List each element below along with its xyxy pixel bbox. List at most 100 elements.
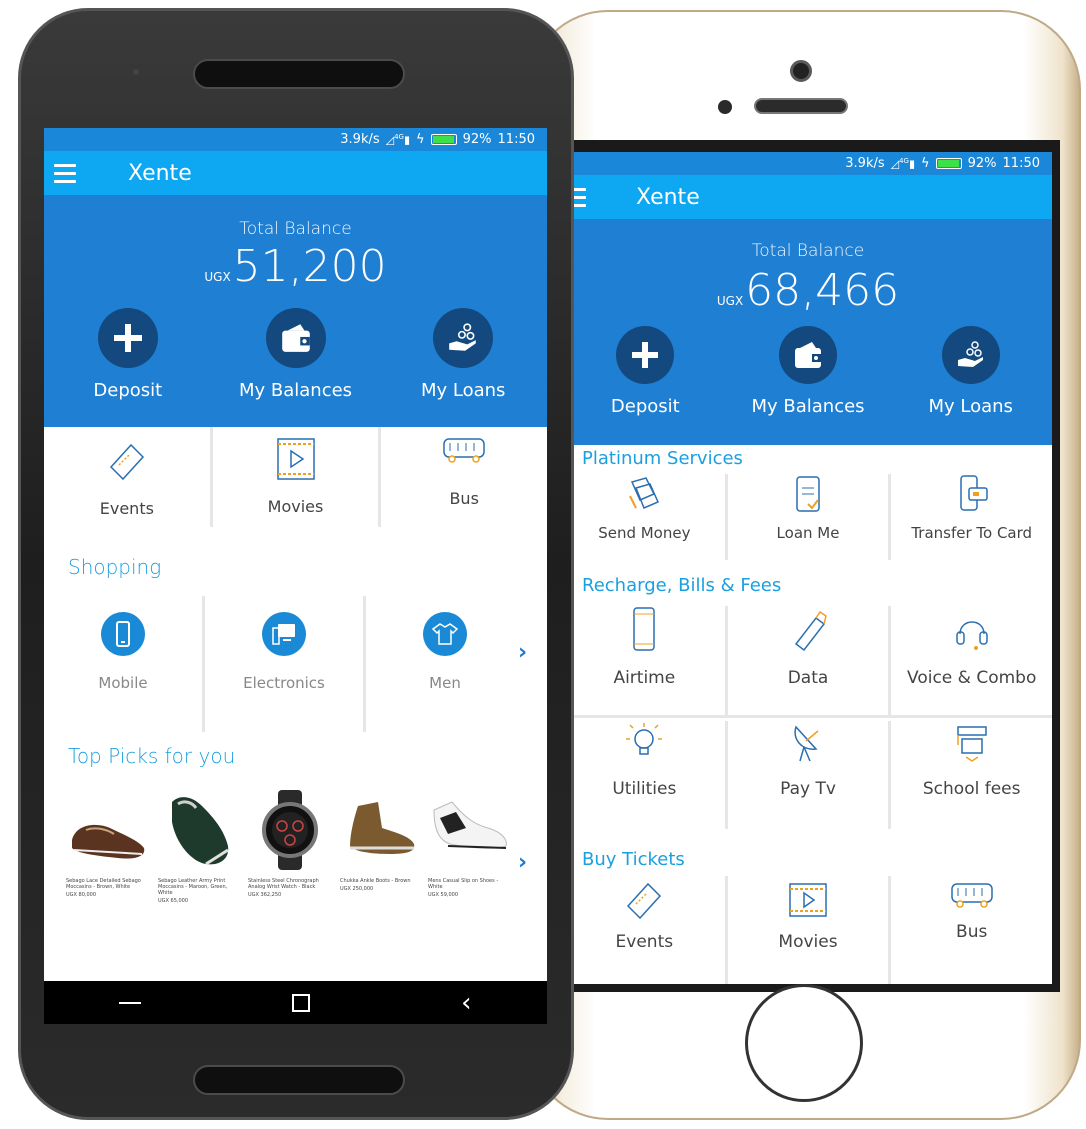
ticket-icon bbox=[109, 443, 144, 481]
product-price: UGX 362,250 bbox=[248, 892, 282, 898]
my-balances-label: My Balances bbox=[238, 380, 353, 401]
computer-icon bbox=[262, 612, 306, 656]
buy-tickets-title: Buy Tickets bbox=[582, 849, 685, 870]
top-picks-title: Top Picks for you bbox=[68, 744, 236, 768]
product-price: UGX 250,000 bbox=[340, 886, 374, 892]
product-image-watch bbox=[262, 790, 318, 870]
tshirt-icon bbox=[423, 612, 467, 656]
home-button[interactable] bbox=[745, 984, 863, 1102]
recharge-bills-fees-title: Recharge, Bills & Fees bbox=[582, 575, 782, 596]
deposit-label: Deposit bbox=[93, 380, 163, 401]
school-fees-tile[interactable]: School fees bbox=[891, 721, 1052, 829]
utilities-tile[interactable]: Utilities bbox=[564, 721, 728, 829]
transfer-to-card-tile[interactable]: Transfer To Card bbox=[891, 474, 1052, 560]
shopping-next-chevron-icon[interactable]: › bbox=[518, 640, 527, 665]
events-tile[interactable]: Events bbox=[564, 876, 728, 984]
men-category[interactable]: Men bbox=[366, 596, 524, 732]
product-card[interactable]: Mens Casual Slip on Shoes - White UGX 59… bbox=[428, 788, 512, 898]
battery-icon bbox=[430, 134, 457, 145]
hamburger-menu-icon[interactable] bbox=[54, 163, 76, 183]
mobile-category[interactable]: Mobile bbox=[44, 596, 205, 732]
iphone-device: 3.9k/s ◿4G▮ ϟ 92% 11:50 Xente Total Bala… bbox=[528, 10, 1081, 1120]
men-label: Men bbox=[429, 674, 461, 692]
system-nav-bar: ‹ bbox=[44, 981, 547, 1024]
product-card[interactable]: Chukka Ankle Boots - Brown UGX 250,000 bbox=[340, 788, 424, 892]
battery-level: 92% bbox=[967, 156, 997, 171]
product-price: UGX 80,000 bbox=[66, 892, 97, 898]
utilities-label: Utilities bbox=[612, 779, 677, 799]
movies-label: Movies bbox=[778, 932, 838, 952]
plus-icon bbox=[97, 308, 158, 368]
status-bar: 3.9k/s ◿4G▮ ϟ 92% 11:50 bbox=[44, 128, 547, 151]
electronics-category[interactable]: Electronics bbox=[205, 596, 366, 732]
electronics-label: Electronics bbox=[243, 674, 325, 692]
data-tile[interactable]: Data bbox=[728, 606, 892, 715]
headset-icon bbox=[955, 621, 988, 650]
deposit-button[interactable]: Deposit bbox=[564, 326, 727, 417]
app-title: Xente bbox=[128, 160, 192, 186]
back-chevron-icon[interactable]: ‹ bbox=[461, 990, 471, 1016]
home-square-icon[interactable] bbox=[292, 993, 311, 1012]
airtime-tile[interactable]: Airtime bbox=[564, 606, 728, 715]
total-balance: UGX51,200 bbox=[44, 241, 547, 292]
product-name: Stainless Steel Chronograph Analog Wrist… bbox=[248, 878, 319, 890]
voice-combo-tile[interactable]: Voice & Combo bbox=[891, 606, 1052, 715]
front-camera bbox=[790, 60, 812, 82]
hand-coins-icon bbox=[433, 308, 494, 368]
hand-coins-icon bbox=[941, 326, 1000, 384]
app-bar: Xente bbox=[44, 151, 547, 195]
product-image-loafer bbox=[72, 824, 145, 859]
top-speaker-grill bbox=[193, 59, 405, 89]
film-play-icon bbox=[789, 883, 827, 917]
product-card[interactable]: Sebago Leather Army Print Moccasins - Ma… bbox=[158, 788, 242, 904]
movies-tile[interactable]: Movies bbox=[213, 427, 382, 527]
my-loans-button[interactable]: My Loans bbox=[379, 308, 547, 401]
bus-label: Bus bbox=[449, 489, 479, 508]
product-card[interactable]: Stainless Steel Chronograph Analog Wrist… bbox=[248, 788, 332, 898]
clock: 11:50 bbox=[497, 132, 535, 147]
my-loans-label: My Loans bbox=[928, 396, 1013, 417]
pay-tv-tile[interactable]: Pay Tv bbox=[728, 721, 892, 829]
app-title: Xente bbox=[636, 184, 700, 210]
product-price: UGX 59,000 bbox=[428, 892, 459, 898]
loan-me-tile[interactable]: Loan Me bbox=[728, 474, 892, 560]
top-picks-next-chevron-icon[interactable]: › bbox=[518, 850, 527, 875]
product-image-boot bbox=[350, 802, 415, 854]
plus-icon bbox=[616, 326, 675, 384]
proximity-sensor bbox=[718, 100, 732, 114]
film-play-icon bbox=[276, 438, 315, 480]
document-icon bbox=[796, 476, 820, 512]
product-image-white-shoe bbox=[433, 801, 507, 849]
airtime-label: Airtime bbox=[613, 668, 676, 688]
bus-tile[interactable]: Bus bbox=[381, 427, 547, 527]
shopping-row: Mobile Electronics Men bbox=[44, 596, 524, 732]
mobile-label: Mobile bbox=[98, 674, 148, 692]
my-balances-button[interactable]: My Balances bbox=[212, 308, 380, 401]
bus-label: Bus bbox=[956, 922, 988, 942]
send-money-tile[interactable]: Send Money bbox=[564, 474, 728, 560]
my-balances-button[interactable]: My Balances bbox=[727, 326, 890, 417]
satellite-dish-icon bbox=[794, 725, 819, 762]
transfer-to-card-label: Transfer To Card bbox=[911, 524, 1033, 542]
data-label: Data bbox=[787, 668, 829, 688]
platinum-services-row: Send Money Loan Me Transfer To Card bbox=[564, 474, 1052, 560]
movies-label: Movies bbox=[267, 497, 324, 516]
events-tile[interactable]: Events bbox=[44, 427, 213, 527]
recents-icon[interactable] bbox=[119, 1001, 142, 1004]
signal-icon: ◿4G▮ bbox=[890, 156, 916, 171]
product-card[interactable]: Sebago Lace Detailed Sebago Moccasins - … bbox=[66, 788, 150, 898]
charging-icon: ϟ bbox=[921, 156, 930, 171]
wallet-icon bbox=[779, 326, 837, 384]
deposit-button[interactable]: Deposit bbox=[44, 308, 212, 401]
wallet-icon bbox=[265, 308, 326, 368]
battery-icon bbox=[935, 158, 962, 169]
total-balance-label: Total Balance bbox=[239, 219, 352, 239]
product-name: Chukka Ankle Boots - Brown bbox=[340, 878, 411, 884]
product-name: Sebago Lace Detailed Sebago Moccasins - … bbox=[66, 878, 141, 890]
bus-icon bbox=[950, 883, 993, 908]
pay-tv-label: Pay Tv bbox=[780, 779, 836, 799]
my-loans-button[interactable]: My Loans bbox=[889, 326, 1052, 417]
movies-tile[interactable]: Movies bbox=[728, 876, 892, 984]
quick-actions: Deposit My Balances My Loans bbox=[44, 308, 547, 401]
bus-tile[interactable]: Bus bbox=[891, 876, 1052, 984]
